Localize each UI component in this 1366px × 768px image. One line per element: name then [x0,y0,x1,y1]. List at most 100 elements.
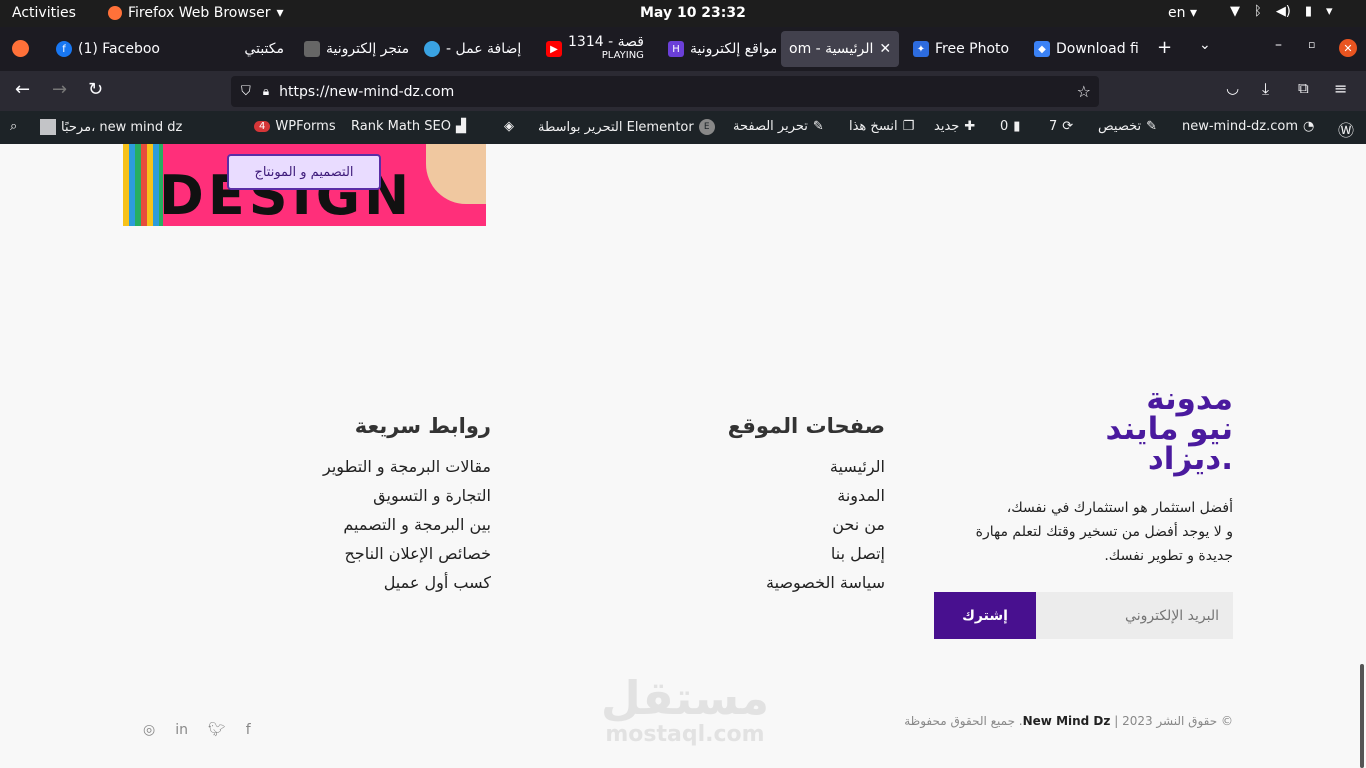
elementor-icon: E [698,119,715,135]
pocket-icon[interactable]: ◡ [1226,79,1239,97]
lock-icon: 🔒︎ [262,84,270,98]
mostaql-watermark: مستقل mostaql.com [600,674,770,747]
wp-rankmath[interactable]: Rank Math SEO ▟ [351,119,466,134]
os-top-bar: Activities Firefox Web Browser ▾ May 10 … [0,0,1366,27]
category-tag-design[interactable]: التصميم و المونتاج [227,154,381,190]
mostaql-icon [424,41,440,57]
wp-duplicate[interactable]: انسخ هذا ❐ [849,119,914,134]
wifi-icon: ▼ [1230,4,1240,19]
extensions-icon[interactable]: ⧉ [1298,79,1309,97]
twitter-icon[interactable]: 🐦︎ [208,722,226,738]
shield-icon: ⛉ [241,84,251,99]
wordpress-icon[interactable]: Ⓦ [1338,117,1354,141]
color-swatch-decoration [123,144,163,226]
quick-links-column: روابط سريعة مقالات البرمجة و التطوير الت… [300,414,491,597]
wp-admin-bar: Ⓦ new-mind-dz.com ◔ تخصيص ✎ 7 ⟳ 0 ▮ جديد… [0,111,1366,144]
language-indicator[interactable]: en ▾ [1168,5,1197,21]
tab-online-store[interactable]: متجر إلكترونية [296,31,408,67]
tab-websites[interactable]: H مواقع إلكترونية [660,31,776,67]
duplicate-label: انسخ هذا [849,119,898,134]
activities-button[interactable]: Activities [12,5,76,21]
wp-site-link[interactable]: new-mind-dz.com ◔ [1182,119,1314,134]
copyright-suffix: . جميع الحقوق محفوظة [904,714,1023,728]
page-icon [304,41,320,57]
tab-free-photo[interactable]: ✦ Free Photo [905,31,1017,67]
list-tabs-icon[interactable]: ⌄ [1199,37,1211,53]
chevron-down-icon: ▾ [276,5,284,21]
footer-link-ads[interactable]: خصائص الإعلان الناجح [300,539,491,568]
tab-label: (1) Faceboo [78,41,160,57]
subscribe-form: إشترك [934,592,1233,639]
footer-link-privacy[interactable]: سياسة الخصوصية [700,568,885,597]
bookmark-star-icon[interactable]: ☆ [1077,82,1091,101]
footer-link-about[interactable]: من نحن [700,510,885,539]
footer-link-design[interactable]: بين البرمجة و التصميم [300,510,491,539]
url-bar[interactable]: ⛉ 🔒︎ https://new-mind-dz.com ☆ [231,76,1099,107]
brand-line: ديزاد. [1147,441,1233,477]
tab-facebook[interactable]: f (1) Faceboo [48,31,168,67]
chart-icon: ▟ [455,119,466,134]
close-icon[interactable]: ✕ [879,41,891,57]
clock[interactable]: May 10 23:32 [640,5,746,21]
wp-edit-page[interactable]: تحرير الصفحة ✎ [733,119,824,134]
tab-my-library[interactable]: مكتبتي [236,31,292,67]
facebook-icon: f [56,41,72,57]
maximize-icon[interactable]: ▫ [1308,38,1315,51]
minimize-icon[interactable]: – [1275,37,1282,53]
reload-icon[interactable]: ↻ [88,79,103,100]
footer-link-programming[interactable]: مقالات البرمجة و التطوير [300,452,491,481]
chevron-down-icon: ▾ [1326,4,1333,19]
instagram-icon[interactable]: ◎ [143,722,155,738]
description-line: أفضل استثمار هو استثمارك في نفسك، [1006,500,1233,516]
wp-new[interactable]: جديد ✚ [934,119,975,134]
download-icon[interactable]: ⤓ [1262,79,1269,99]
copyright: © حقوق النشر 2023 | New Mind Dz. جميع ال… [880,714,1233,728]
email-input[interactable] [1036,592,1233,639]
youtube-icon: ▶ [546,41,562,57]
tab-download[interactable]: ◆ Download fi [1026,31,1142,67]
copyright-brand[interactable]: New Mind Dz [1023,714,1111,728]
comment-icon: ▮ [1013,119,1021,134]
footer-link-home[interactable]: الرئيسية [700,452,885,481]
tab-youtube-playing[interactable]: ▶ 1314 - قصة PLAYING [538,31,654,67]
nav-bar: ← → ↻ ⛉ 🔒︎ https://new-mind-dz.com ☆ ◡ ⤓… [0,71,1366,111]
wp-elementor[interactable]: التحرير بواسطة Elementor E [538,119,715,135]
footer-link-marketing[interactable]: التجارة و التسويق [300,481,491,510]
brand-line: نيو مايند [1105,411,1233,447]
wp-updates[interactable]: 7 ⟳ [1049,119,1073,134]
wp-customize[interactable]: تخصيص ✎ [1098,119,1157,134]
rankmath-icon[interactable]: ◈ [504,119,514,134]
menu-icon[interactable]: ≡ [1334,79,1347,98]
wp-wpforms[interactable]: 4 WPForms [254,119,336,134]
wp-comments[interactable]: 0 ▮ [1000,119,1020,134]
facebook-icon[interactable]: f [246,722,251,738]
site-pages-list: الرئيسية المدونة من نحن إتصل بنا سياسة ا… [700,452,885,597]
search-icon[interactable]: ⌕ [10,119,17,134]
footer-link-blog[interactable]: المدونة [700,481,885,510]
url-text[interactable]: https://new-mind-dz.com [279,84,454,100]
footer-link-first-client[interactable]: كسب أول عميل [300,568,491,597]
linkedin-icon[interactable]: in [175,722,188,738]
bluetooth-icon: ᛒ [1254,4,1262,19]
app-menu[interactable]: Firefox Web Browser ▾ [108,5,284,21]
firefox-view-icon[interactable] [12,40,29,57]
new-tab-icon[interactable]: + [1157,37,1172,58]
footer-link-contact[interactable]: إتصل بنا [700,539,885,568]
language-label: en [1168,5,1186,21]
tab-home-active[interactable]: الرئيسية - om ✕ [781,31,899,67]
description-line: و لا يوجد أفضل من تسخير وقتك لتعلم مهارة [975,524,1233,540]
battery-icon: ▮ [1304,4,1313,19]
tab-label: Free Photo [935,41,1010,57]
copy-icon: ❐ [902,119,915,134]
footer-brand: مدونة نيو مايند ديزاد. [1060,384,1233,477]
tab-playing-label: PLAYING [601,50,644,61]
back-icon[interactable]: ← [15,79,30,100]
close-window-icon[interactable]: ✕ [1339,39,1357,57]
system-tray[interactable]: ▼ ᛒ ◀) ▮ ▾ [1230,4,1333,19]
tab-add-work[interactable]: إضافة عمل - [416,31,530,67]
scrollbar-thumb[interactable] [1360,664,1364,768]
wp-account[interactable]: مرحبًا، new mind dz [40,119,182,135]
subscribe-button[interactable]: إشترك [934,592,1036,639]
forward-icon[interactable]: → [52,79,67,100]
firefox-icon [108,6,122,20]
